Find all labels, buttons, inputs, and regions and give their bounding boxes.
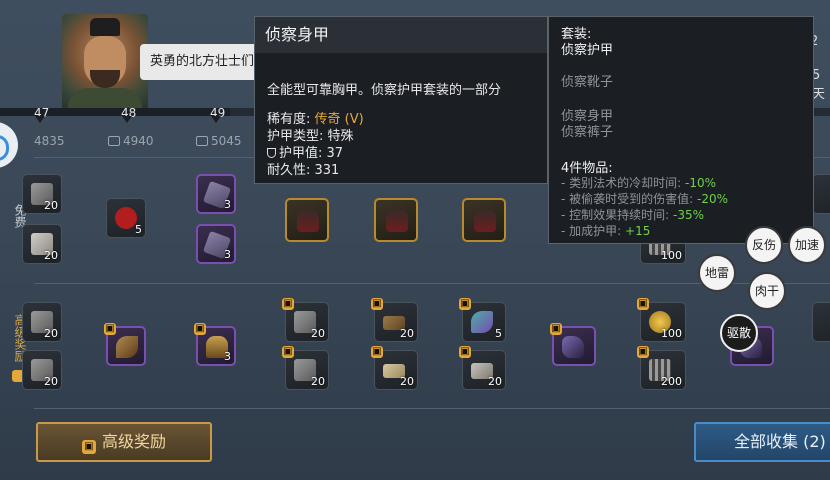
dispel-button[interactable]: 驱散 <box>720 314 758 352</box>
header-timer: 5天 <box>812 68 826 102</box>
lock-icon: ▣ <box>550 323 562 335</box>
reward-slot[interactable]: 3 <box>196 174 236 214</box>
reward-slot-armor[interactable] <box>285 198 329 242</box>
reward-slot[interactable]: 100 ▣ <box>637 298 686 342</box>
reward-slot[interactable]: 20 ▣ <box>282 298 329 342</box>
item-tooltip: 侦察身甲 全能型可靠胸甲。侦察护甲套装的一部分 稀有度: 传奇 (V) 护甲类型… <box>254 16 548 184</box>
xp-icon <box>108 136 120 146</box>
lock-icon: ▣ <box>194 323 206 335</box>
xp-requirement: 4940 <box>108 134 154 148</box>
lock-icon: ▣ <box>459 298 471 310</box>
reward-slot[interactable]: 20 ▣ <box>282 346 329 390</box>
set-bonus: - 类别法术的冷却时间: -10% <box>561 176 717 190</box>
lock-icon: ▣ <box>282 346 294 358</box>
npc-portrait <box>62 14 148 110</box>
set-tooltip: 套装: 侦察护甲 侦察靴子 侦察身甲 侦察裤子 4件物品: - 类别法术的冷却时… <box>548 16 814 244</box>
reward-slot[interactable]: 20 ▣ <box>371 298 418 342</box>
xp-requirement: 4835 <box>34 134 65 148</box>
rarity-value: 传奇 (V) <box>314 112 364 127</box>
shield-icon <box>267 148 276 158</box>
level-pointer-icon <box>211 116 221 123</box>
jerky-button[interactable]: 肉干 <box>748 272 786 310</box>
set-bonus: - 被偷袭时受到的伤害值: -20% <box>561 192 729 206</box>
reward-slot[interactable]: 5 <box>106 198 146 238</box>
landmine-button[interactable]: 地雷 <box>698 254 736 292</box>
lock-icon: ▣ <box>282 298 294 310</box>
reward-slot[interactable] <box>812 302 830 342</box>
reward-slot[interactable]: ▣ <box>104 323 146 366</box>
set-piece: 侦察靴子 <box>561 75 614 90</box>
reward-slot[interactable]: 5 ▣ <box>459 298 506 342</box>
reward-slot[interactable]: 200 ▣ <box>637 346 686 390</box>
reward-slot[interactable]: 20 ▣ <box>459 346 506 390</box>
reward-slot[interactable]: 20 ▣ <box>371 346 418 390</box>
level-pointer-icon <box>122 116 132 123</box>
xp-requirement: 5045 <box>196 134 242 148</box>
reward-slot-armor[interactable] <box>374 198 418 242</box>
set-name: 侦察护甲 <box>561 43 614 58</box>
tooltip-stats: 稀有度: 传奇 (V) 护甲类型: 特殊 护甲值: 37 耐久性: 331 <box>267 112 364 178</box>
tooltip-title: 侦察身甲 <box>255 17 547 53</box>
lock-icon: ▣ <box>637 346 649 358</box>
lock-icon: ▣ <box>637 298 649 310</box>
level-pointer-icon <box>35 116 45 123</box>
reward-slot[interactable]: 20 <box>22 350 62 390</box>
reward-slot[interactable]: ▣ <box>550 323 596 366</box>
reflect-damage-button[interactable]: 反伤 <box>745 226 783 264</box>
lock-icon: ▣ <box>104 323 116 335</box>
speed-up-button[interactable]: 加速 <box>788 226 826 264</box>
divider <box>34 408 830 409</box>
lock-icon: ▣ <box>459 346 471 358</box>
reward-slot[interactable]: 20 <box>22 224 62 264</box>
lock-icon: ▣ <box>81 440 96 454</box>
reward-slot[interactable]: 3 ▣ <box>194 323 236 366</box>
lock-icon: ▣ <box>371 346 383 358</box>
reward-slot[interactable]: 20 <box>22 174 62 214</box>
tooltip-description: 全能型可靠胸甲。侦察护甲套装的一部分 <box>267 83 502 98</box>
set-piece: 侦察裤子 <box>561 125 614 140</box>
reward-slot[interactable] <box>812 174 830 214</box>
lock-icon: ▣ <box>371 298 383 310</box>
premium-rewards-button[interactable]: ▣ 高级奖励 <box>36 422 212 462</box>
xp-icon <box>196 136 208 146</box>
collect-all-button[interactable]: 全部收集 (2) <box>694 422 830 462</box>
set-bonus: - 加成护甲: +15 <box>561 224 651 238</box>
set-bonus: - 控制效果持续时间: -35% <box>561 208 705 222</box>
reward-slot[interactable]: 20 <box>22 302 62 342</box>
side-menu-button[interactable] <box>0 122 18 168</box>
reward-slot-armor[interactable] <box>462 198 506 242</box>
reward-slot[interactable]: 3 <box>196 224 236 264</box>
